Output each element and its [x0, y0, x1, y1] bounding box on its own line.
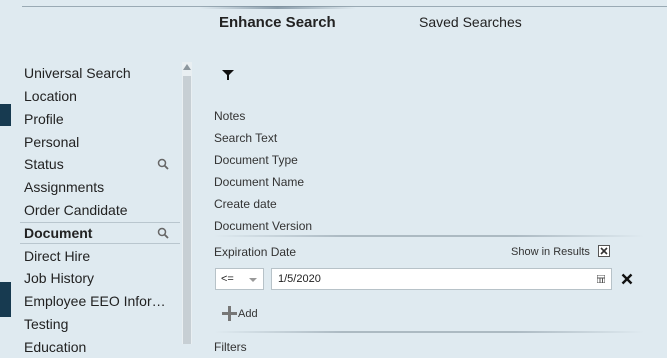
sidebar-item-education[interactable]: Education	[24, 336, 86, 358]
sidebar-item-universal-search[interactable]: Universal Search	[24, 62, 131, 84]
field-search-text[interactable]: Search Text	[214, 131, 277, 145]
section-divider	[214, 235, 644, 237]
sidebar-item-document[interactable]: Document	[24, 222, 92, 244]
operator-value: <=	[221, 273, 234, 285]
sidebar-item-profile[interactable]: Profile	[24, 108, 64, 130]
sidebar-item-order-candidate[interactable]: Order Candidate	[24, 199, 128, 221]
expiration-date-input[interactable]: 1/5/2020	[271, 268, 612, 290]
sidebar-item-status[interactable]: Status	[24, 153, 64, 175]
show-in-results-checkbox[interactable]	[598, 245, 610, 257]
sidebar-item-assignments[interactable]: Assignments	[24, 176, 104, 198]
plus-icon	[222, 306, 237, 321]
remove-filter-icon[interactable]	[621, 273, 633, 285]
sidebar-item-job-history[interactable]: Job History	[24, 267, 94, 289]
filter-icon[interactable]	[222, 70, 234, 80]
chevron-down-icon	[249, 278, 257, 282]
checkbox-x-icon	[600, 247, 608, 255]
field-document-name[interactable]: Document Name	[214, 175, 304, 189]
scrollbar-thumb[interactable]	[183, 76, 191, 344]
tab-saved-searches[interactable]: Saved Searches	[419, 14, 522, 30]
document-search-icon[interactable]	[157, 227, 169, 239]
section-divider-bottom	[214, 331, 644, 333]
show-in-results-label: Show in Results	[511, 246, 590, 258]
add-label: Add	[238, 308, 258, 320]
field-document-type[interactable]: Document Type	[214, 153, 298, 167]
scroll-up-arrow-icon[interactable]	[183, 64, 191, 70]
eeo-marker	[0, 282, 11, 317]
calendar-icon[interactable]	[597, 275, 605, 283]
tab-enhance-search[interactable]: Enhance Search	[199, 6, 356, 31]
sidebar-item-location[interactable]: Location	[24, 85, 77, 107]
profile-marker	[0, 104, 11, 126]
sidebar-item-direct-hire[interactable]: Direct Hire	[24, 245, 90, 267]
expiration-date-label: Expiration Date	[214, 245, 297, 259]
field-create-date[interactable]: Create date	[214, 197, 277, 211]
next-section-label[interactable]: Filters	[214, 340, 247, 354]
expiration-date-value: 1/5/2020	[278, 273, 321, 285]
sidebar-item-testing[interactable]: Testing	[24, 313, 68, 335]
operator-select[interactable]: <=	[215, 268, 264, 290]
sidebar-item-personal[interactable]: Personal	[24, 131, 79, 153]
field-notes[interactable]: Notes	[214, 109, 245, 123]
field-document-version[interactable]: Document Version	[214, 219, 312, 233]
status-search-icon[interactable]	[157, 158, 169, 170]
sidebar-item-employee-eeo[interactable]: Employee EEO Infor…	[24, 290, 166, 312]
